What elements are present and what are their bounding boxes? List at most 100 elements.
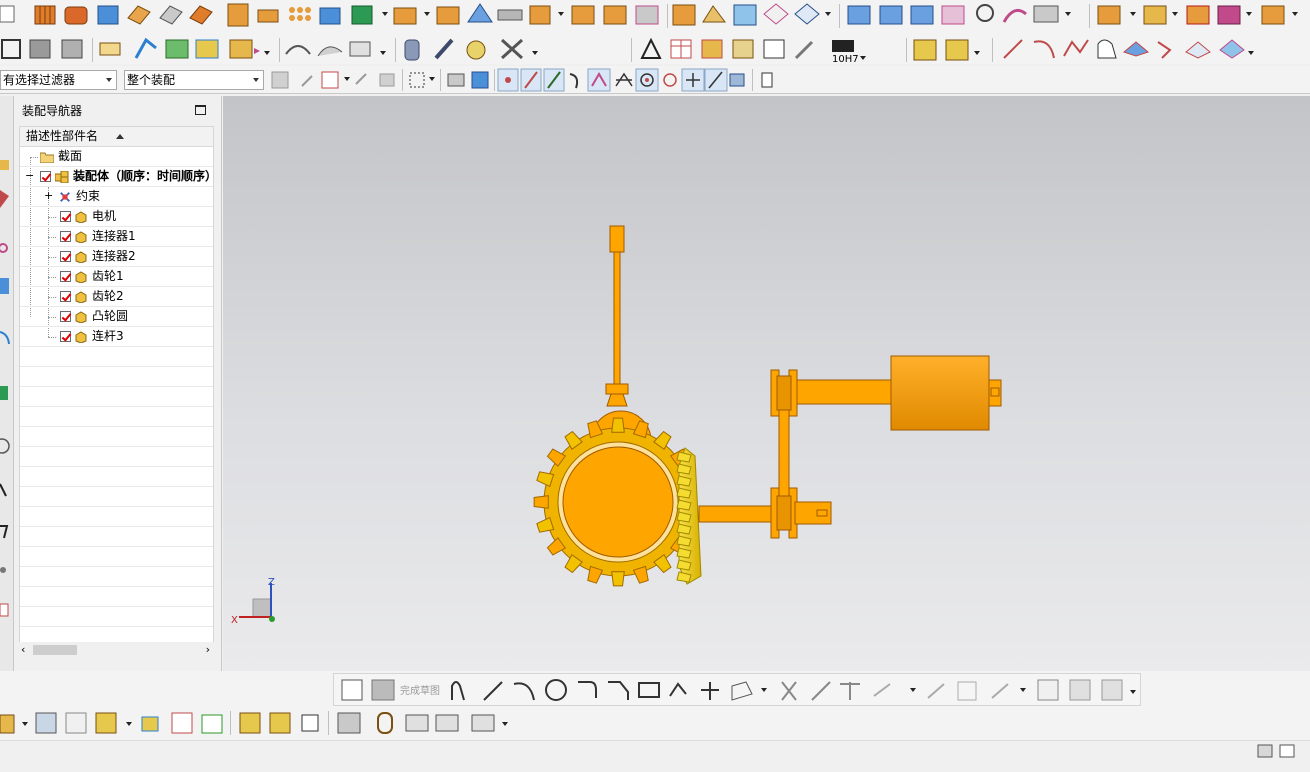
cylinder-icon[interactable] [64,6,88,25]
restore-window-icon[interactable] [1279,744,1295,758]
tree-row-part[interactable]: 连接器2 [20,247,213,267]
surface-fill-icon[interactable] [794,3,820,25]
visibility-checkbox[interactable] [60,231,71,242]
draft-icon[interactable] [467,3,493,23]
dimension-icon[interactable] [349,41,371,57]
note-icon[interactable] [99,42,121,56]
sequence-icon[interactable] [269,712,291,734]
snap-quadrant-icon[interactable] [663,73,677,87]
reference-set-icon[interactable] [1261,5,1285,25]
new-component-icon[interactable] [1143,5,1167,25]
snap-endpoint-icon[interactable] [497,68,519,92]
scrollbar-thumb[interactable] [33,645,77,655]
connector-1[interactable] [770,369,894,497]
move-component-icon[interactable] [195,39,219,59]
arc-icon[interactable] [1033,40,1055,59]
relations-icon[interactable] [1101,679,1123,701]
scroll-left-icon[interactable]: ‹ [21,643,25,656]
tree-row-part[interactable]: 凸轮圆 [20,307,213,327]
polygon-icon[interactable] [731,681,753,701]
swept-surface-icon[interactable] [910,5,934,25]
layers-icon[interactable] [29,39,51,59]
auto-constrain-icon[interactable] [1037,679,1059,701]
snap-curve-icon[interactable] [569,73,579,89]
select-feature-icon[interactable] [379,73,395,87]
extrude-icon[interactable] [227,3,249,27]
array-component-icon[interactable] [201,714,223,734]
pattern-icon[interactable] [257,9,279,23]
dimension-icon[interactable] [991,683,1009,699]
connecting-rod[interactable] [605,225,629,407]
block-icon[interactable] [34,5,56,25]
triangle-icon[interactable] [640,37,662,59]
tree-row-part[interactable]: 齿轮1 [20,267,213,287]
brush-icon[interactable] [794,40,814,60]
select-solid-icon[interactable] [471,71,489,89]
snap-midpoint-icon[interactable] [543,68,565,92]
explosion-icon[interactable] [239,712,261,734]
finish-sketch-icon[interactable] [371,679,395,701]
through-mesh-icon[interactable] [879,5,903,25]
wave-link-icon[interactable] [65,712,87,734]
filter-disabled-icon[interactable] [271,71,289,89]
check-clearance-icon[interactable] [337,712,361,734]
tree-row-section[interactable]: 截面 [20,147,213,167]
snap-existing-point-icon[interactable] [681,68,705,92]
project-curve-icon[interactable] [1122,41,1150,57]
pin-icon[interactable] [405,714,429,732]
surface-curve-icon[interactable] [317,46,343,57]
collapse-toggle-icon[interactable]: − [25,166,34,185]
clipboard-icon[interactable] [761,72,773,88]
snap-on-curve-icon[interactable] [704,68,728,92]
constraint-icon[interactable] [165,39,189,59]
visibility-checkbox[interactable] [60,251,71,262]
select-geometry-icon[interactable] [321,71,339,89]
resource-parts-icon[interactable] [0,160,9,170]
selection-filter-dropdown[interactable]: 有选择过滤器 [0,70,117,90]
resource-web-browser-icon[interactable] [0,603,9,617]
line-icon[interactable] [483,681,503,701]
snap-center-icon[interactable] [635,68,659,92]
assembly-parts-icon[interactable] [913,39,937,61]
polygon-icon[interactable] [1097,39,1117,59]
tree-row-part[interactable]: 连接器1 [20,227,213,247]
gear-1[interactable] [533,410,693,587]
show-constraints-icon[interactable] [1069,679,1091,701]
surface-mesh-icon[interactable] [733,4,757,26]
add-component-icon[interactable] [95,712,117,734]
resource-clock-icon[interactable] [0,438,10,454]
snap-on-face-icon[interactable] [729,73,745,87]
fillet-icon[interactable] [578,681,597,698]
snap-intersection-icon[interactable] [615,72,633,87]
tree-row-constraints[interactable]: + 约束 [20,187,213,207]
surface-edit-icon[interactable] [1033,5,1059,23]
shell-icon[interactable] [189,5,213,25]
array-icon[interactable] [289,7,311,21]
sketch-icon[interactable] [341,679,363,701]
database-icon[interactable] [404,39,420,61]
visibility-checkbox[interactable] [60,271,71,282]
remove-component-icon[interactable] [1186,5,1210,25]
tree-row-part[interactable]: 电机 [20,207,213,227]
abc-check-icon[interactable] [229,39,253,59]
profile-icon[interactable] [451,681,465,701]
mechanism-model[interactable]: Z X [223,96,1310,671]
wrap-curve-icon[interactable] [1219,39,1245,59]
studio-spline-icon[interactable] [1063,39,1089,57]
surface-loft-icon[interactable] [763,3,789,25]
move-icon[interactable] [141,716,159,732]
arrangement-icon[interactable] [301,714,319,732]
graphics-window[interactable]: Z X [223,96,1310,671]
replace-component-icon[interactable] [1217,5,1241,25]
thicken-icon[interactable] [497,9,523,21]
add-component-icon[interactable] [1097,5,1121,25]
tools-icon[interactable] [500,38,524,60]
analysis-icon[interactable] [976,4,994,22]
visibility-checkbox[interactable] [60,211,71,222]
sew-icon[interactable] [635,5,659,25]
offset-face-icon[interactable] [436,6,460,25]
maximize-icon[interactable] [195,105,206,115]
rectangle-select-icon[interactable] [409,72,425,88]
chamfer-icon[interactable] [608,681,629,700]
table-icon[interactable] [670,39,692,59]
